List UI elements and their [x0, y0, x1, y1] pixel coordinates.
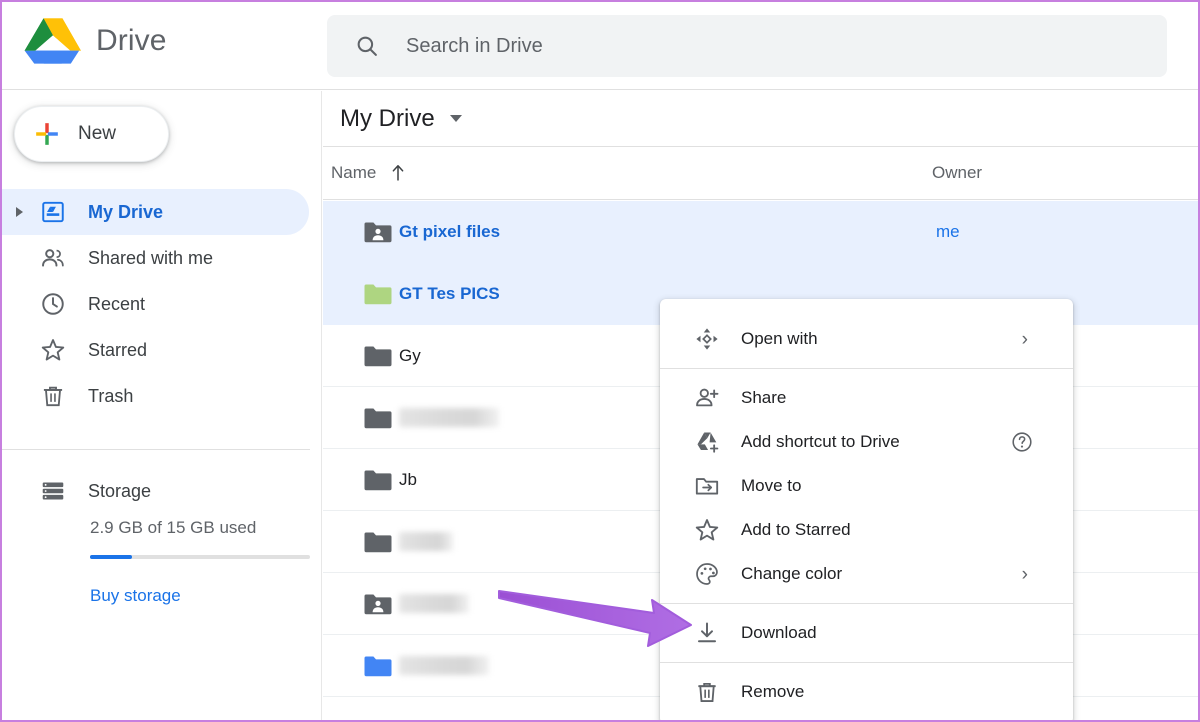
- star-icon: [40, 337, 66, 363]
- trash-icon: [698, 682, 716, 703]
- sidebar-item-trash[interactable]: Trash: [2, 373, 322, 419]
- sidebar-item-label: Starred: [88, 339, 148, 360]
- drive-brand[interactable]: Drive: [24, 16, 167, 66]
- menu-separator: [660, 662, 1073, 663]
- my-drive-icon: [40, 199, 66, 225]
- expand-caret-icon[interactable]: [16, 207, 23, 217]
- move-to-folder-icon: [695, 478, 719, 495]
- list-column-headers: Name Owner: [323, 148, 1198, 200]
- search-icon: [357, 36, 377, 56]
- plus-icon: [36, 123, 58, 145]
- clock-icon: [40, 291, 66, 317]
- redacted-file-name: [399, 532, 453, 551]
- file-name[interactable]: Gy: [399, 346, 421, 366]
- sidebar-item-my-drive[interactable]: My Drive: [2, 189, 309, 235]
- open-with-icon: [696, 328, 718, 350]
- chevron-down-icon[interactable]: [449, 115, 462, 122]
- storage-section: Storage 2.9 GB of 15 GB used Buy storage: [2, 471, 322, 605]
- menu-item-change-color[interactable]: Change color ›: [660, 552, 1073, 596]
- sidebar-item-shared-with-me[interactable]: Shared with me: [2, 235, 322, 281]
- google-drive-app: Drive New: [2, 2, 1198, 720]
- menu-item-label: Download: [741, 623, 817, 642]
- column-header-owner[interactable]: Owner: [932, 163, 982, 183]
- google-drive-logo: [24, 18, 81, 64]
- menu-group: Open with ›: [660, 299, 1073, 361]
- menu-item-label: Share: [741, 388, 787, 407]
- annotated-screenshot-frame: Drive New: [0, 0, 1200, 722]
- breadcrumb-title[interactable]: My Drive: [340, 105, 435, 133]
- menu-item-open-with[interactable]: Open with ›: [660, 317, 1073, 361]
- search-input[interactable]: [406, 34, 1086, 58]
- menu-item-label: Add shortcut to Drive: [741, 432, 900, 451]
- redacted-file-name: [399, 594, 469, 613]
- storage-used-text: 2.9 GB of 15 GB used: [90, 518, 257, 537]
- top-bar: Drive: [2, 2, 1198, 90]
- storage-progress-bar: [90, 555, 310, 559]
- help-icon[interactable]: [1011, 431, 1033, 453]
- menu-item-label: Remove: [741, 682, 805, 701]
- chevron-right-icon[interactable]: ›: [1022, 565, 1028, 584]
- menu-group: Share Add shortcut to Drive Move to Add to …: [660, 376, 1073, 596]
- chevron-right-icon[interactable]: ›: [1022, 330, 1028, 349]
- table-row[interactable]: Gt pixel files me: [323, 201, 1198, 263]
- sidebar-item-starred[interactable]: Starred: [2, 327, 322, 373]
- star-icon: [695, 519, 719, 541]
- context-menu: Open with › Share Add shortcut to Drive Move…: [660, 299, 1073, 720]
- sidebar-item-label: Shared with me: [88, 247, 214, 268]
- file-name[interactable]: Gt pixel files: [399, 222, 500, 242]
- menu-item-label: Open with: [741, 329, 818, 348]
- download-icon: [698, 622, 716, 643]
- file-name[interactable]: GT Tes PICS: [399, 284, 500, 304]
- storage-row[interactable]: Storage: [2, 471, 322, 511]
- breadcrumb: My Drive: [323, 91, 1198, 147]
- menu-item-label: Change color: [741, 564, 843, 583]
- arrow-up-icon: [393, 165, 404, 181]
- app-title: Drive: [96, 24, 167, 57]
- menu-separator: [660, 603, 1073, 604]
- sidebar-divider: [2, 449, 310, 450]
- file-owner: me: [936, 221, 960, 241]
- menu-item-label: Add to Starred: [741, 520, 851, 539]
- storage-label: Storage: [88, 480, 152, 501]
- new-button[interactable]: New: [14, 106, 169, 162]
- trash-icon: [40, 383, 66, 409]
- sidebar-item-recent[interactable]: Recent: [2, 281, 322, 327]
- add-shortcut-icon: [697, 432, 719, 453]
- buy-storage-link[interactable]: Buy storage: [90, 586, 181, 606]
- redacted-file-name: [399, 656, 489, 675]
- sidebar: New My Drive Shared with me Recent Starr…: [2, 91, 322, 720]
- new-button-label: New: [78, 123, 117, 144]
- menu-item-add-to-starred[interactable]: Add to Starred: [660, 508, 1073, 552]
- storage-icon: [42, 482, 64, 500]
- menu-item-add-shortcut-to-drive[interactable]: Add shortcut to Drive: [660, 420, 1073, 464]
- menu-item-download[interactable]: Download: [660, 611, 1073, 655]
- menu-item-move-to[interactable]: Move to: [660, 464, 1073, 508]
- menu-group: Download: [660, 611, 1073, 655]
- sidebar-nav: My Drive Shared with me Recent Starred T…: [2, 189, 322, 419]
- search-bar[interactable]: [327, 15, 1167, 77]
- person-add-icon: [696, 388, 719, 407]
- redacted-file-name: [399, 408, 499, 427]
- people-icon: [40, 245, 66, 271]
- sidebar-item-label: Trash: [88, 385, 134, 406]
- menu-group: Remove: [660, 670, 1073, 714]
- column-header-name-label: Name: [331, 163, 377, 182]
- storage-progress-fill: [90, 555, 132, 559]
- sidebar-item-label: Recent: [88, 293, 146, 314]
- menu-separator: [660, 368, 1073, 369]
- palette-icon: [696, 563, 718, 585]
- column-header-name[interactable]: Name: [331, 163, 406, 183]
- sidebar-item-label: My Drive: [88, 201, 164, 222]
- menu-item-remove[interactable]: Remove: [660, 670, 1073, 714]
- file-name[interactable]: Jb: [399, 470, 417, 490]
- menu-item-share[interactable]: Share: [660, 376, 1073, 420]
- menu-item-label: Move to: [741, 476, 802, 495]
